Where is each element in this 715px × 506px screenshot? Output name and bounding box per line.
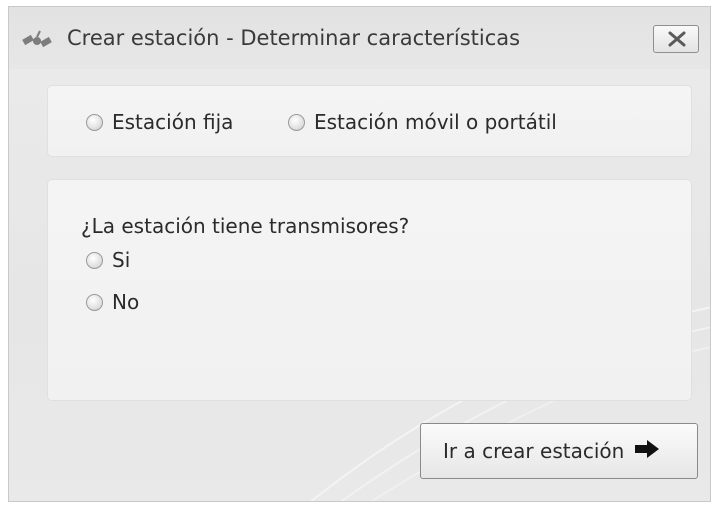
title-bar: Crear estación - Determinar característi… (9, 7, 710, 69)
radio-estacion-fija[interactable]: Estación fija (86, 110, 233, 134)
radio-button-circle[interactable] (86, 251, 103, 269)
radio-label: Estación fija (112, 110, 234, 134)
close-icon (668, 31, 686, 47)
go-create-station-button[interactable]: Ir a crear estación (420, 423, 698, 479)
radio-transmitters-si[interactable]: Si (86, 248, 130, 272)
radio-button-circle[interactable] (86, 113, 103, 131)
radio-label: No (112, 290, 140, 314)
radio-button-circle[interactable] (288, 113, 305, 131)
create-station-dialog: Crear estación - Determinar característi… (8, 6, 711, 502)
radio-estacion-movil[interactable]: Estación móvil o portátil (288, 110, 557, 134)
transmitters-panel: ¿La estación tiene transmisores? Si No (47, 179, 692, 401)
close-button[interactable] (653, 25, 699, 53)
window-title: Crear estación - Determinar característi… (67, 26, 521, 50)
radio-transmitters-no[interactable]: No (86, 290, 139, 314)
satellite-icon (21, 29, 55, 53)
radio-label: Estación móvil o portátil (314, 110, 557, 134)
go-create-station-label: Ir a crear estación (443, 439, 625, 463)
transmitters-question: ¿La estación tiene transmisores? (81, 214, 410, 238)
arrow-right-icon (634, 439, 660, 463)
radio-button-circle[interactable] (86, 293, 103, 311)
radio-label: Si (112, 248, 131, 272)
station-type-panel: Estación fija Estación móvil o portátil (47, 85, 692, 157)
